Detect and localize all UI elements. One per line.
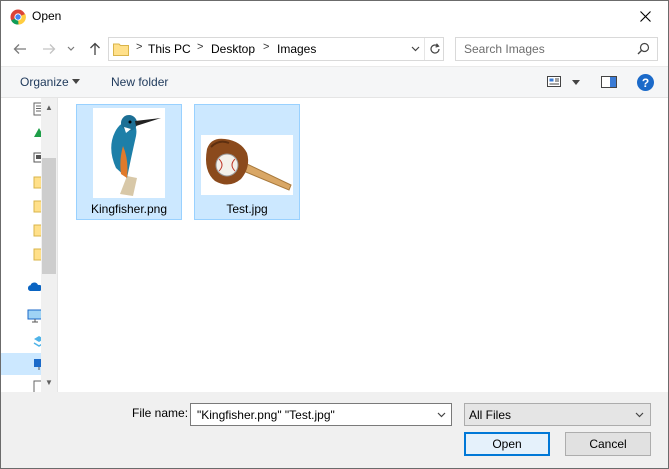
file-item-test[interactable]: Test.jpg [194,104,300,220]
file-type-value: All Files [469,408,512,422]
forward-button[interactable] [39,39,59,59]
address-dropdown-button[interactable] [406,38,424,60]
navigation-pane: ▲ ▼ [1,98,58,394]
address-bar[interactable]: > This PC > Desktop > Images [108,37,444,61]
cancel-button[interactable]: Cancel [565,432,651,456]
breadcrumb-separator: > [197,41,204,53]
baseball-glove-image [201,135,293,195]
breadcrumb-this-pc[interactable]: This PC [148,42,191,56]
close-icon [640,11,651,22]
scrollbar-thumb[interactable] [42,158,56,274]
forward-arrow-icon [43,44,56,54]
close-button[interactable] [623,1,668,32]
scroll-down-icon[interactable]: ▼ [45,378,53,387]
file-name-dropdown-button[interactable] [431,404,451,425]
search-placeholder: Search Images [464,42,545,56]
navigation-row: > This PC > Desktop > Images Search Imag… [1,32,668,66]
view-options-icon[interactable] [547,76,561,90]
search-icon[interactable] [637,42,650,58]
recent-locations-button[interactable] [64,39,78,59]
file-name-field[interactable]: "Kingfisher.png" "Test.jpg" [190,403,452,426]
breadcrumb-separator: > [136,41,143,53]
breadcrumb-images[interactable]: Images [277,42,316,56]
title-bar: Open [1,1,668,32]
nav-pane-scrollbar[interactable]: ▲ ▼ [41,98,57,392]
dialog-footer: File name: "Kingfisher.png" "Test.jpg" A… [1,392,668,468]
new-folder-button[interactable]: New folder [111,75,168,89]
window-title: Open [32,9,62,23]
chevron-down-icon [437,412,445,417]
back-button[interactable] [10,39,30,59]
back-arrow-icon [13,44,26,54]
file-name: Kingfisher.png [90,202,168,216]
refresh-icon [429,43,440,54]
up-arrow-icon [90,42,100,55]
open-button[interactable]: Open [464,432,550,456]
search-input[interactable]: Search Images [455,37,658,61]
organize-button[interactable]: Organize [20,75,69,89]
chevron-down-icon [630,404,648,425]
file-view: Kingfisher.png Test.jpg [59,98,668,392]
refresh-button[interactable] [424,38,444,60]
file-name-label: File name: [132,406,189,420]
kingfisher-image [93,108,165,198]
chevron-down-icon [411,46,419,52]
help-button[interactable]: ? [637,74,654,91]
command-bar: Organize New folder ? [1,66,668,98]
file-name: Test.jpg [226,202,268,216]
breadcrumb-desktop[interactable]: Desktop [211,42,255,56]
up-button[interactable] [85,39,105,59]
file-name-value: "Kingfisher.png" "Test.jpg" [197,408,335,422]
chevron-down-icon [72,79,80,84]
file-item-kingfisher[interactable]: Kingfisher.png [76,104,182,220]
scroll-up-icon[interactable]: ▲ [45,103,53,112]
open-dialog: Open > This PC > Desktop > Images Search… [0,0,669,469]
breadcrumb-separator: > [263,41,270,53]
file-type-select[interactable]: All Files [464,403,651,426]
folder-icon [113,42,129,59]
view-dropdown-button[interactable] [572,80,580,85]
chrome-icon [10,9,26,25]
chevron-down-icon [67,46,75,51]
preview-pane-icon[interactable] [601,76,617,91]
